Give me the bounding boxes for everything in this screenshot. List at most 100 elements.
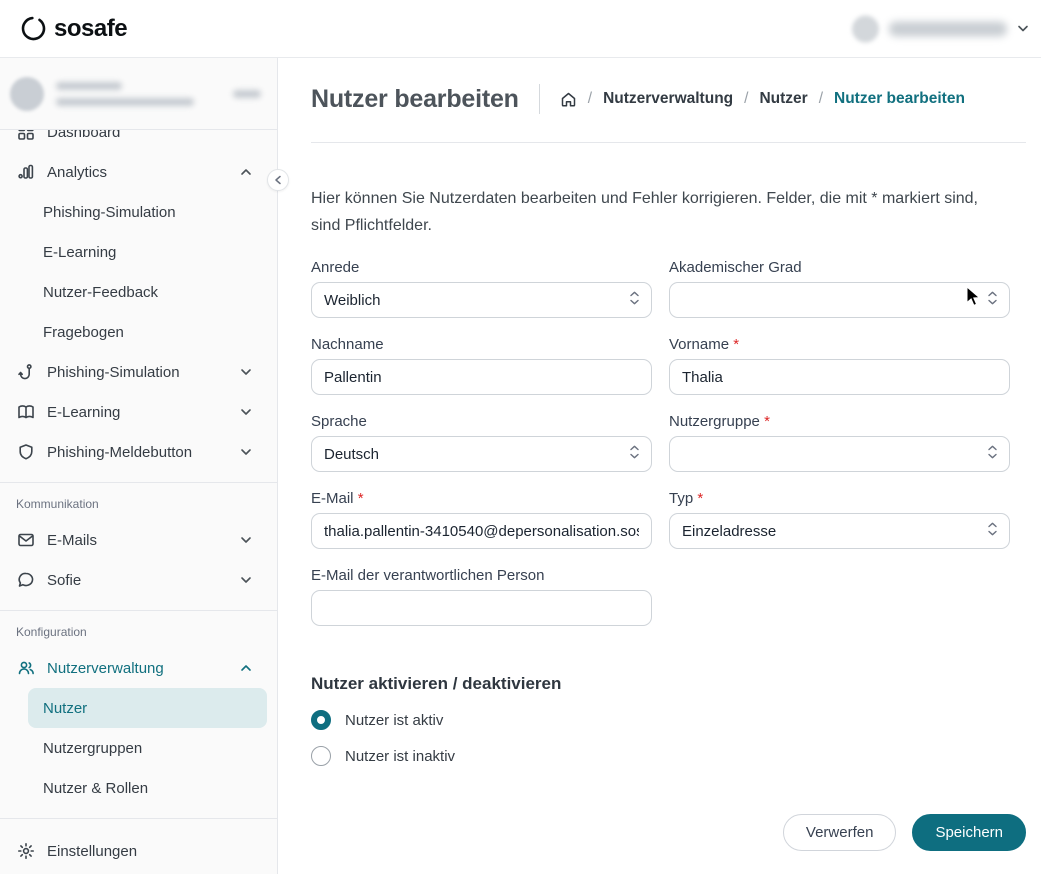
typ-value: Einzeladresse: [682, 522, 777, 540]
field-email: E-Mail *: [311, 490, 652, 549]
shield-icon: [16, 443, 35, 462]
profile-avatar: [10, 76, 44, 111]
sidebar-item-emails[interactable]: E-Mails: [0, 520, 277, 560]
nachname-input[interactable]: [311, 359, 652, 395]
typ-label: Typ: [669, 490, 694, 507]
anrede-select[interactable]: Weiblich: [311, 282, 652, 318]
typ-select[interactable]: Einzeladresse: [669, 513, 1010, 549]
sidebar-nav: Dashboard Analytics Phishing-Simulation …: [0, 130, 277, 874]
users-icon: [16, 659, 35, 678]
sidebar-item-elearning[interactable]: E-Learning: [0, 392, 277, 432]
activation-heading: Nutzer aktivieren / deaktivieren: [311, 674, 562, 693]
header-rule: [311, 142, 1026, 143]
page-header: Nutzer bearbeiten / Nutzerverwaltung / N…: [311, 84, 1026, 114]
vorname-label: Vorname: [669, 336, 730, 353]
vorname-input[interactable]: [669, 359, 1010, 395]
header-divider: [538, 84, 540, 114]
sidebar-item-einstellungen[interactable]: Einstellungen: [0, 831, 277, 871]
activation-section: Nutzer aktivieren / deaktivieren Nutzer …: [311, 674, 1026, 766]
sidebar-item-label: E-Mails: [47, 531, 98, 549]
email-verantwortlich-label: E-Mail der verantwortlichen Person: [311, 567, 545, 584]
field-sprache: Sprache Deutsch: [311, 413, 652, 472]
required-mark: *: [733, 336, 740, 353]
sidebar-subitem-nutzer[interactable]: Nutzer: [28, 688, 267, 728]
select-stepper-icon: [629, 445, 640, 464]
sidebar-subitem-nutzer-feedback[interactable]: Nutzer-Feedback: [28, 272, 267, 312]
nutzergruppe-label: Nutzergruppe: [669, 413, 760, 430]
required-mark: *: [357, 490, 364, 507]
nutzergruppe-select[interactable]: [669, 436, 1010, 472]
discard-button[interactable]: Verwerfen: [782, 814, 897, 851]
phishing-hook-icon: [16, 363, 35, 382]
chevron-down-icon: [240, 574, 252, 586]
home-icon[interactable]: [560, 91, 577, 108]
sidebar-item-label: Einstellungen: [47, 842, 138, 860]
dashboard-icon: [16, 130, 35, 142]
sosafe-logo-icon: [20, 15, 47, 42]
radio-nutzer-aktiv[interactable]: Nutzer ist aktiv: [311, 710, 1026, 730]
chevron-down-icon: [1017, 23, 1029, 35]
sidebar-subitem-elearning[interactable]: E-Learning: [28, 232, 267, 272]
page-title: Nutzer bearbeiten: [311, 84, 519, 113]
sprache-label: Sprache: [311, 413, 367, 430]
anrede-label: Anrede: [311, 259, 360, 276]
chevron-down-icon: [240, 366, 252, 378]
radio-selected-icon[interactable]: [311, 710, 331, 730]
field-vorname: Vorname *: [669, 336, 1010, 395]
profile-text-redacted: [56, 81, 221, 106]
sidebar-item-dashboard[interactable]: Dashboard: [0, 130, 277, 152]
required-mark: *: [764, 413, 770, 430]
select-stepper-icon: [629, 291, 640, 310]
user-menu[interactable]: [852, 15, 1029, 42]
brand-name: sosafe: [54, 14, 128, 42]
breadcrumb-nutzer[interactable]: Nutzer: [759, 90, 807, 108]
sidebar-item-nutzerverwaltung[interactable]: Nutzerverwaltung: [0, 648, 277, 688]
sidebar-item-phishing-meldebutton[interactable]: Phishing-Meldebutton: [0, 432, 277, 472]
sidebar-item-label: Sofie: [47, 571, 82, 589]
analytics-icon: [16, 163, 35, 182]
chevron-up-icon: [240, 166, 252, 178]
chevron-up-icon: [240, 662, 252, 674]
sidebar-item-label: E-Learning: [47, 403, 121, 421]
akademischer-grad-label: Akademischer Grad: [669, 259, 802, 276]
chevron-down-icon: [240, 446, 252, 458]
sidebar: Dashboard Analytics Phishing-Simulation …: [0, 58, 278, 874]
section-label-kommunikation: Kommunikation: [16, 497, 99, 511]
intro-text: Hier können Sie Nutzerdaten bearbeiten u…: [311, 190, 978, 234]
sidebar-subitem-fragebogen[interactable]: Fragebogen: [28, 312, 267, 352]
brand-logo[interactable]: sosafe: [20, 14, 128, 43]
radio-nutzer-inaktiv[interactable]: Nutzer ist inaktiv: [311, 746, 1026, 766]
main-content: Nutzer bearbeiten / Nutzerverwaltung / N…: [278, 58, 1041, 874]
email-input[interactable]: [311, 513, 652, 549]
select-stepper-icon: [987, 291, 998, 310]
nachname-label: Nachname: [311, 336, 384, 353]
sidebar-item-sofie[interactable]: Sofie: [0, 560, 277, 600]
chevron-down-icon: [240, 406, 252, 418]
sidebar-item-label: Analytics: [47, 163, 108, 181]
sidebar-subitem-phishing-simulation[interactable]: Phishing-Simulation: [28, 192, 267, 232]
field-email-verantwortlich: E-Mail der verantwortlichen Person: [311, 567, 652, 626]
breadcrumb: / Nutzerverwaltung / Nutzer / Nutzer bea…: [560, 90, 965, 108]
sidebar-item-analytics[interactable]: Analytics: [0, 152, 277, 192]
email-label: E-Mail: [311, 490, 354, 507]
email-verantwortlich-input[interactable]: [311, 590, 652, 626]
sidebar-item-label: Phishing-Simulation: [47, 363, 180, 381]
profile-link-redacted: [233, 89, 261, 98]
anrede-value: Weiblich: [324, 291, 381, 309]
sidebar-collapse-button[interactable]: [267, 169, 289, 191]
akademischer-grad-select[interactable]: [669, 282, 1010, 318]
form-actions: Verwerfen Speichern: [311, 814, 1026, 851]
save-button[interactable]: Speichern: [912, 814, 1026, 851]
sidebar-subitem-nutzer-rollen[interactable]: Nutzer & Rollen: [28, 768, 267, 808]
mail-icon: [16, 531, 35, 550]
sprache-select[interactable]: Deutsch: [311, 436, 652, 472]
radio-label: Nutzer ist aktiv: [345, 711, 444, 729]
sidebar-item-phishing-simulation[interactable]: Phishing-Simulation: [0, 352, 277, 392]
select-stepper-icon: [987, 522, 998, 541]
field-anrede: Anrede Weiblich: [311, 259, 652, 318]
breadcrumb-nutzerverwaltung[interactable]: Nutzerverwaltung: [603, 90, 733, 108]
sidebar-profile[interactable]: [0, 58, 277, 130]
sidebar-subitem-nutzergruppen[interactable]: Nutzergruppen: [28, 728, 267, 768]
field-nachname: Nachname: [311, 336, 652, 395]
radio-unselected-icon[interactable]: [311, 746, 331, 766]
